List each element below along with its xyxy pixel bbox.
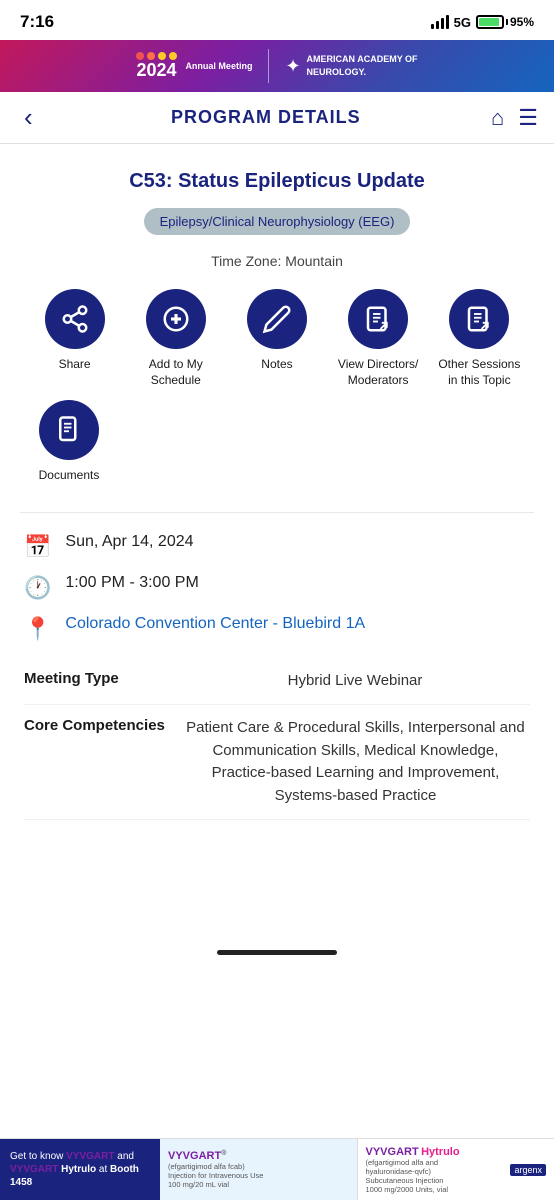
aan-year: 2024	[136, 60, 176, 80]
status-time: 7:16	[20, 12, 54, 32]
ad-banner: Get to know VYVGART and VYVGART Hytrulo …	[0, 1138, 554, 1200]
documents-row: Documents	[20, 400, 534, 484]
category-badge: Epilepsy/Clinical Neurophysiology (EEG)	[144, 208, 411, 235]
view-directors-icon	[348, 289, 408, 349]
documents-button[interactable]: Documents	[24, 400, 114, 484]
add-schedule-label: Add to My Schedule	[131, 357, 221, 388]
date-row: 📅 Sun, Apr 14, 2024	[20, 533, 534, 560]
calendar-icon: 📅	[24, 534, 51, 560]
home-button[interactable]	[491, 105, 504, 131]
competencies-value: Patient Care & Procedural Skills, Interp…	[181, 717, 530, 807]
aan-logo: 2024 Annual Meeting	[136, 52, 252, 81]
info-table: Meeting Type Hybrid Live Webinar Core Co…	[20, 658, 534, 821]
add-schedule-button[interactable]: Add to My Schedule	[131, 289, 221, 388]
documents-icon	[39, 400, 99, 460]
share-label: Share	[59, 357, 91, 373]
clock-icon: 🕐	[24, 575, 51, 601]
status-icons: 5G 95%	[431, 15, 534, 30]
share-icon	[45, 289, 105, 349]
session-details: 📅 Sun, Apr 14, 2024 🕐 1:00 PM - 3:00 PM …	[20, 512, 534, 642]
competencies-label: Core Competencies	[24, 717, 165, 734]
view-directors-button[interactable]: View Directors/ Moderators	[333, 289, 423, 388]
battery-indicator: 95%	[476, 15, 534, 29]
other-sessions-button[interactable]: Other Sessions in this Topic	[434, 289, 524, 388]
location-link[interactable]: Colorado Convention Center - Bluebird 1A	[65, 615, 365, 633]
ad-mid-section: VYVGART® (efgartigimod alfa fcab) Inject…	[160, 1139, 358, 1200]
aan-event: Annual Meeting	[185, 61, 252, 71]
home-bar	[217, 950, 337, 955]
main-content: C53: Status Epilepticus Update Epilepsy/…	[0, 144, 554, 848]
time-text: 1:00 PM - 3:00 PM	[65, 574, 198, 592]
meeting-type-value: Hybrid Live Webinar	[180, 670, 530, 693]
notes-icon	[247, 289, 307, 349]
other-sessions-label: Other Sessions in this Topic	[434, 357, 524, 388]
date-text: Sun, Apr 14, 2024	[65, 533, 193, 551]
location-row: 📍 Colorado Convention Center - Bluebird …	[20, 615, 534, 642]
add-schedule-icon	[146, 289, 206, 349]
view-directors-label: View Directors/ Moderators	[333, 357, 423, 388]
timezone-text: Time Zone: Mountain	[20, 253, 534, 269]
time-row: 🕐 1:00 PM - 3:00 PM	[20, 574, 534, 601]
ad-right-section: VYVGART Hytrulo (efgartigimod alfa and h…	[358, 1139, 554, 1200]
battery-percent: 95%	[510, 15, 534, 29]
notes-button[interactable]: Notes	[232, 289, 322, 373]
location-icon: 📍	[24, 616, 51, 642]
meeting-type-row: Meeting Type Hybrid Live Webinar	[24, 658, 530, 706]
argenx-logo: argenx	[510, 1164, 546, 1176]
signal-icon	[431, 15, 449, 29]
aan-banner: 2024 Annual Meeting ✦ AMERICAN ACADEMY O…	[0, 40, 554, 92]
other-sessions-icon	[449, 289, 509, 349]
actions-row: Share Add to My Schedule Notes	[20, 289, 534, 388]
documents-label: Documents	[39, 468, 100, 484]
nav-bar: ‹ PROGRAM DETAILS	[0, 92, 554, 144]
notes-label: Notes	[261, 357, 292, 373]
ad-left-text: Get to know VYVGART and VYVGART Hytrulo …	[0, 1139, 160, 1200]
network-label: 5G	[454, 15, 471, 30]
menu-button[interactable]	[518, 105, 538, 131]
nav-actions	[491, 105, 538, 131]
aan-org-name: AMERICAN ACADEMY OF NEUROLOGY.	[307, 53, 418, 78]
back-button[interactable]: ‹	[16, 98, 41, 137]
status-bar: 7:16 5G 95%	[0, 0, 554, 40]
home-indicator	[0, 938, 554, 966]
share-button[interactable]: Share	[30, 289, 120, 373]
session-title: C53: Status Epilepticus Update	[20, 168, 534, 194]
page-title: PROGRAM DETAILS	[171, 107, 361, 128]
meeting-type-label: Meeting Type	[24, 670, 164, 687]
competencies-row: Core Competencies Patient Care & Procedu…	[24, 705, 530, 820]
